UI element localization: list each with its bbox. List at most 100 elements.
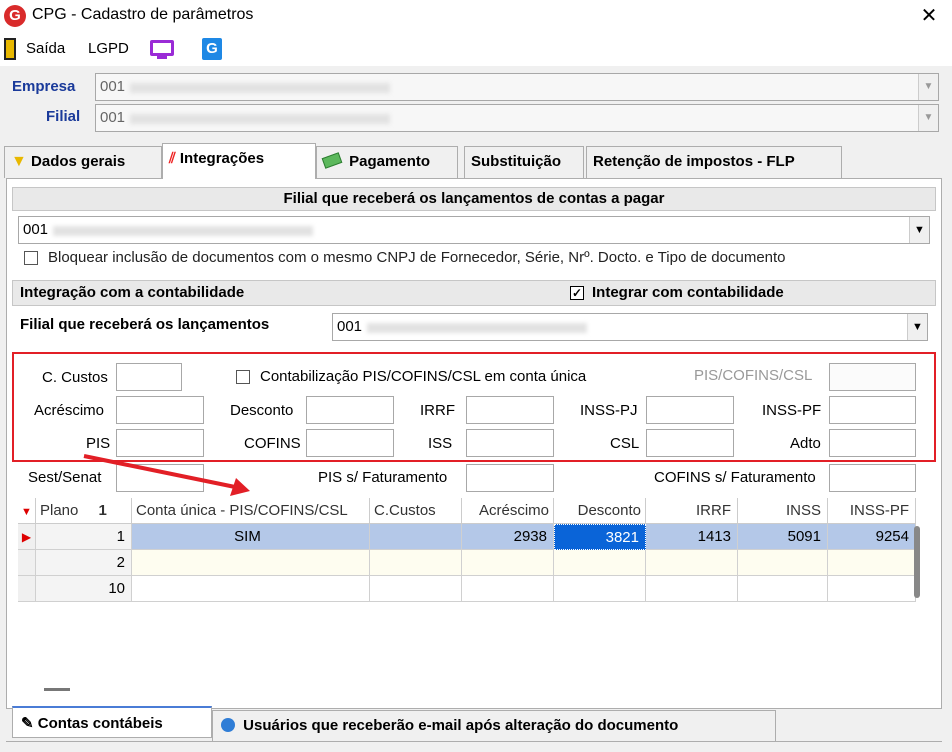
cell-ccustos[interactable] bbox=[370, 524, 462, 550]
cell-inss[interactable]: 5091 bbox=[738, 524, 828, 550]
empresa-select[interactable]: 001 ▼ bbox=[95, 73, 939, 101]
csl-input[interactable] bbox=[646, 429, 734, 457]
cell-irrf[interactable] bbox=[646, 576, 738, 602]
cell-ccustos[interactable] bbox=[370, 550, 462, 576]
col-header-desconto[interactable]: Desconto bbox=[554, 498, 646, 524]
cell-conta-unica[interactable]: SIM bbox=[132, 524, 370, 550]
tab-retencao[interactable]: Retenção de impostos - FLP bbox=[586, 146, 842, 178]
close-icon[interactable]: ✕ bbox=[914, 3, 944, 28]
integration-icon: ⫽ bbox=[169, 150, 176, 167]
col-header-inss[interactable]: INSS bbox=[738, 498, 828, 524]
redacted-text bbox=[130, 83, 390, 93]
cell-acrescimo[interactable] bbox=[462, 550, 554, 576]
g-badge-icon[interactable]: G bbox=[202, 38, 222, 60]
col-label: Conta única - PIS/COFINS/CSL bbox=[136, 502, 348, 519]
col-label: C.Custos bbox=[374, 502, 436, 519]
inss-pj-input[interactable] bbox=[646, 396, 734, 424]
cell-desconto[interactable] bbox=[554, 550, 646, 576]
edit-note-icon: ✎ bbox=[21, 715, 34, 732]
contab-unica-checkbox[interactable] bbox=[236, 370, 250, 384]
cell-irrf[interactable] bbox=[646, 550, 738, 576]
desconto-input[interactable] bbox=[306, 396, 394, 424]
acrescimo-label: Acréscimo bbox=[34, 402, 105, 419]
tab-usuarios-email[interactable]: Usuários que receberão e-mail após alter… bbox=[212, 710, 776, 742]
exit-button[interactable]: Saída bbox=[26, 40, 65, 57]
filial-lancamentos-select[interactable]: 001 ▼ bbox=[18, 216, 930, 244]
chevron-down-icon[interactable]: ▼ bbox=[918, 105, 938, 131]
col-header-plano[interactable]: Plano 1 bbox=[36, 498, 132, 524]
lgpd-button[interactable]: LGPD bbox=[88, 40, 129, 57]
monitor-icon[interactable] bbox=[150, 40, 174, 56]
exit-icon[interactable] bbox=[4, 38, 16, 60]
cell-conta-unica[interactable] bbox=[132, 576, 370, 602]
filial-label: Filial bbox=[46, 108, 81, 125]
cell-inss[interactable] bbox=[738, 550, 828, 576]
cell-acrescimo[interactable] bbox=[462, 576, 554, 602]
cell-ccustos[interactable] bbox=[370, 576, 462, 602]
horizontal-scrollbar[interactable] bbox=[44, 688, 70, 691]
cell-plano[interactable]: 1 bbox=[36, 524, 132, 550]
cell-acrescimo[interactable]: 2938 bbox=[462, 524, 554, 550]
chevron-down-icon[interactable]: ▼ bbox=[918, 74, 938, 100]
row-indicator[interactable] bbox=[18, 576, 36, 602]
iss-input[interactable] bbox=[466, 429, 554, 457]
cell-plano[interactable]: 2 bbox=[36, 550, 132, 576]
pis-fat-input[interactable] bbox=[466, 464, 554, 492]
row-indicator[interactable]: ▶ bbox=[18, 524, 36, 550]
pis-cofins-csl-input[interactable] bbox=[829, 363, 916, 391]
integrar-checkbox[interactable]: ✓ bbox=[570, 286, 584, 300]
monitor-stand-icon bbox=[157, 56, 167, 59]
col-header-acrescimo[interactable]: Acréscimo bbox=[462, 498, 554, 524]
cell-inss-pf[interactable] bbox=[828, 550, 916, 576]
bloquear-label: Bloquear inclusão de documentos com o me… bbox=[48, 249, 786, 266]
irrf-label: IRRF bbox=[420, 402, 455, 419]
contab-unica-label: Contabilização PIS/COFINS/CSL em conta ú… bbox=[260, 368, 587, 385]
filial-receb-select[interactable]: 001 ▼ bbox=[332, 313, 928, 341]
row-indicator[interactable] bbox=[18, 550, 36, 576]
filial-select[interactable]: 001 ▼ bbox=[95, 104, 939, 132]
tab-integracoes[interactable]: ⫽ Integrações bbox=[162, 143, 316, 179]
tab-label: Pagamento bbox=[349, 153, 431, 170]
cell-conta-unica[interactable] bbox=[132, 550, 370, 576]
tab-substituicao[interactable]: Substituição bbox=[464, 146, 584, 178]
tab-label: Dados gerais bbox=[31, 153, 126, 170]
inss-pf-input[interactable] bbox=[829, 396, 916, 424]
cell-desconto[interactable]: 3821 bbox=[554, 524, 646, 550]
vertical-scrollbar[interactable] bbox=[914, 526, 920, 598]
toolbar bbox=[0, 32, 952, 66]
ccustos-label: C. Custos bbox=[42, 369, 108, 386]
filial-receb-label: Filial que receberá os lançamentos bbox=[20, 316, 270, 333]
adto-label: Adto bbox=[790, 435, 821, 452]
cell-desconto[interactable] bbox=[554, 576, 646, 602]
cofins-input[interactable] bbox=[306, 429, 394, 457]
annotation-arrow bbox=[83, 454, 250, 496]
iss-label: ISS bbox=[428, 435, 453, 452]
cofins-fat-label: COFINS s/ Faturamento bbox=[654, 469, 816, 486]
col-header-ccustos[interactable]: C.Custos bbox=[370, 498, 462, 524]
cell-inss[interactable] bbox=[738, 576, 828, 602]
cell-inss-pf[interactable]: 9254 bbox=[828, 524, 916, 550]
tab-label: Substituição bbox=[471, 153, 562, 170]
col-header-inss-pf[interactable]: INSS-PF bbox=[828, 498, 916, 524]
cofins-fat-input[interactable] bbox=[829, 464, 916, 492]
adto-input[interactable] bbox=[829, 429, 916, 457]
bloquear-checkbox[interactable] bbox=[24, 251, 38, 265]
col-header-conta-unica[interactable]: Conta única - PIS/COFINS/CSL bbox=[132, 498, 370, 524]
tab-pagamento[interactable]: Pagamento bbox=[316, 146, 458, 178]
acrescimo-input[interactable] bbox=[116, 396, 204, 424]
cell-irrf[interactable]: 1413 bbox=[646, 524, 738, 550]
cell-plano[interactable]: 10 bbox=[36, 576, 132, 602]
inss-pf-label: INSS-PF bbox=[762, 402, 822, 419]
grid-corner: ▼ bbox=[18, 498, 36, 524]
chevron-down-icon[interactable]: ▼ bbox=[907, 314, 927, 340]
col-header-irrf[interactable]: IRRF bbox=[646, 498, 738, 524]
cell-inss-pf[interactable] bbox=[828, 576, 916, 602]
tab-label: Integrações bbox=[179, 150, 265, 167]
csl-label: CSL bbox=[610, 435, 640, 452]
filial-value: 001 bbox=[100, 109, 126, 126]
irrf-input[interactable] bbox=[466, 396, 554, 424]
ccustos-input[interactable] bbox=[116, 363, 182, 391]
tab-dados-gerais[interactable]: ▼ Dados gerais bbox=[4, 146, 162, 178]
tab-contas-contabeis[interactable]: ✎ Contas contábeis bbox=[12, 706, 212, 738]
chevron-down-icon[interactable]: ▼ bbox=[909, 217, 929, 243]
